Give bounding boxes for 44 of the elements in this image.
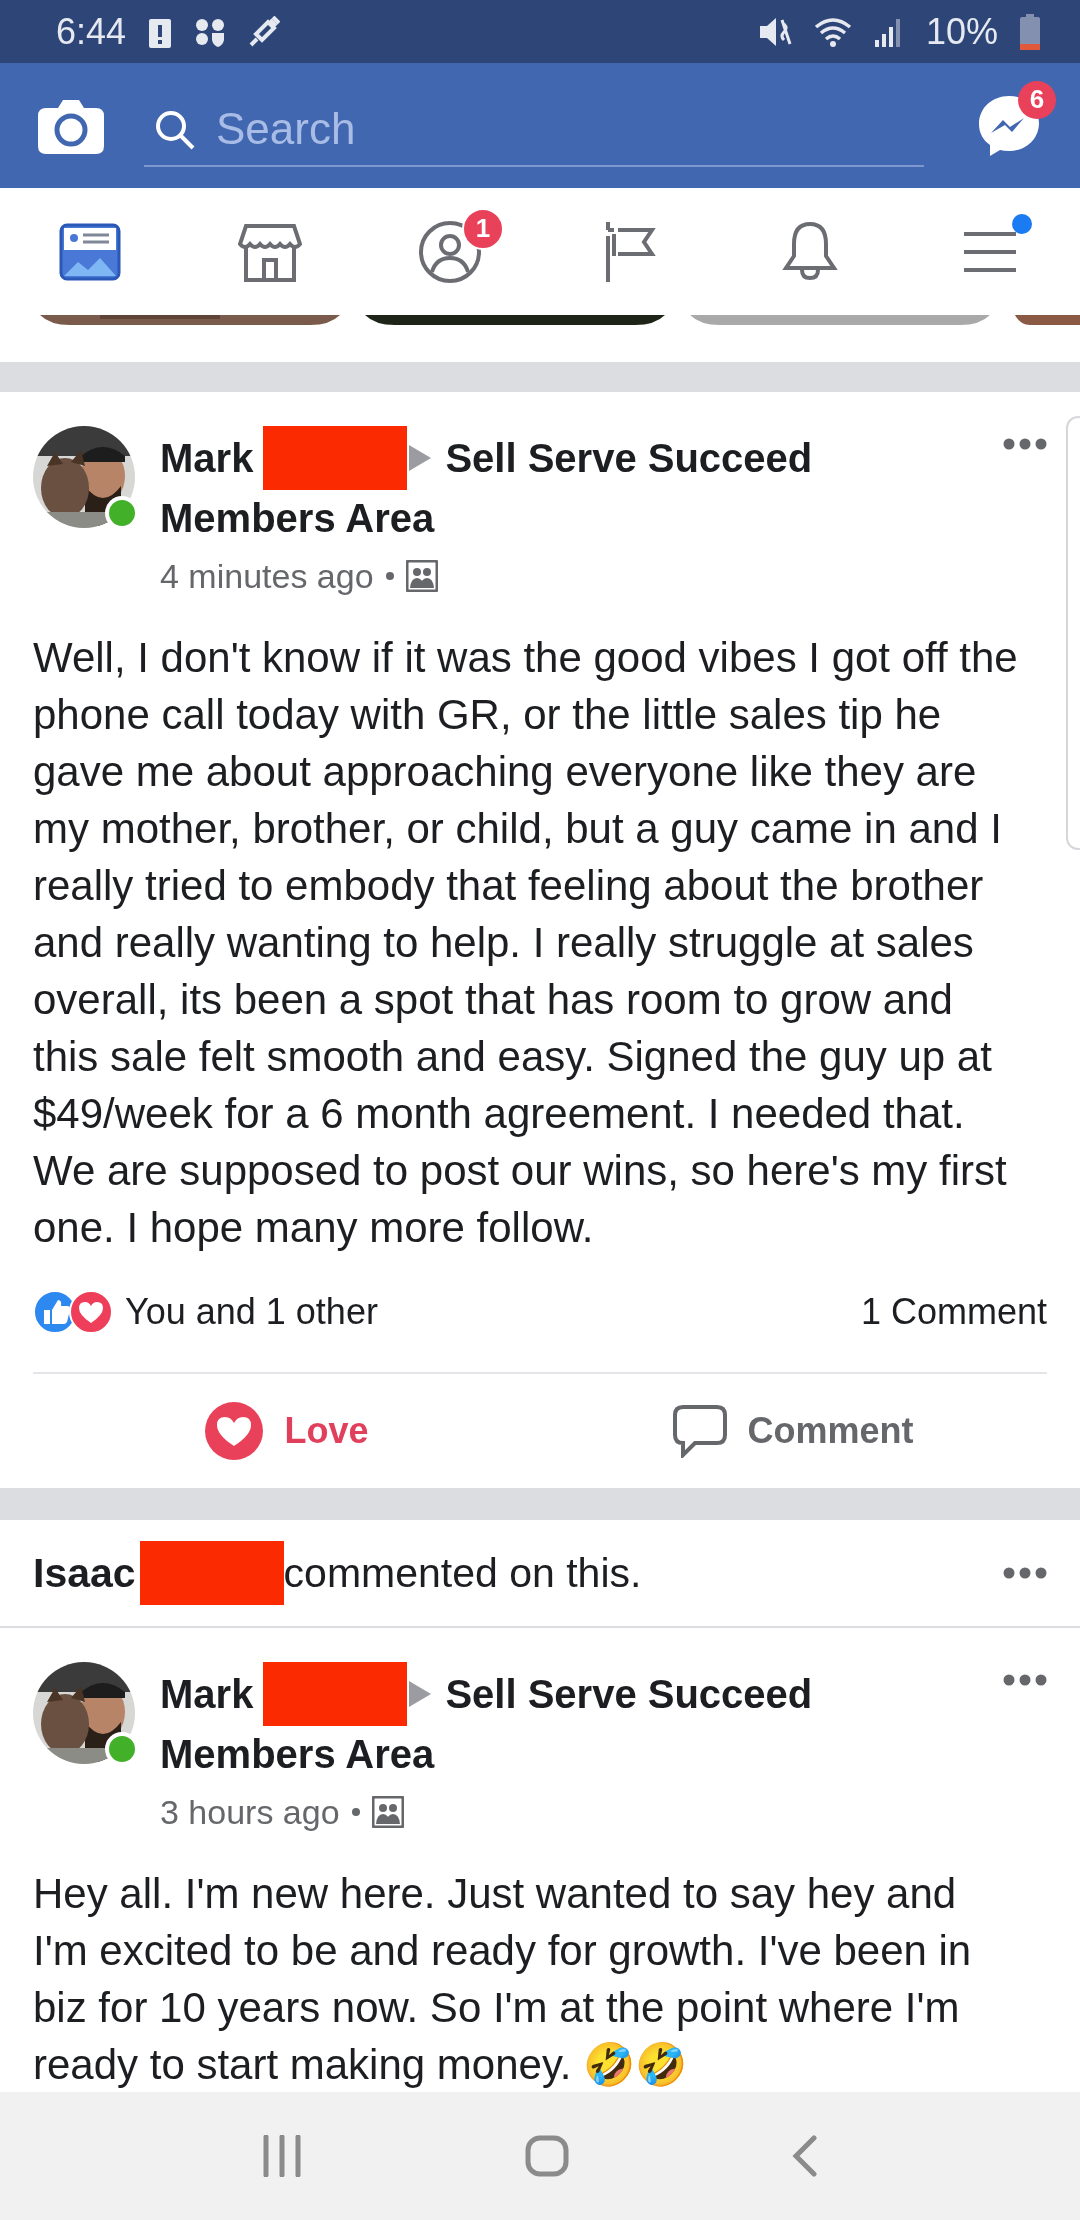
shield-icon: [194, 16, 227, 47]
post-time[interactable]: 4 minutes ago: [160, 551, 374, 601]
storefront-icon: [238, 221, 302, 282]
clock-time: 6:44: [56, 10, 127, 53]
activity-text: commented on this.: [283, 1549, 643, 1597]
group-name[interactable]: Sell Serve Succeed: [445, 429, 813, 487]
group-name[interactable]: Sell Serve Succeed: [445, 1665, 813, 1723]
home-icon[interactable]: [525, 2135, 569, 2177]
notification-badge: 1: [462, 207, 504, 250]
reaction-summary[interactable]: You and 1 other: [125, 1291, 378, 1333]
group-name[interactable]: Members Area: [160, 1732, 435, 1776]
vibrate-mute-icon: [757, 15, 792, 48]
love-button[interactable]: Love: [33, 1374, 540, 1488]
post-time[interactable]: 3 hours ago: [160, 1787, 340, 1837]
post-text: Hey all. I'm new here. Just wanted to say hey and I'm excited to be and ready for growth. I've been in biz for 10 years now. So I'm at the point where I'm ready to start making money. 🤣🤣: [32, 1869, 973, 2090]
search-icon: [154, 108, 196, 151]
more-options-icon[interactable]: [1003, 1674, 1047, 1686]
group-name[interactable]: Members Area: [160, 496, 435, 540]
battery-icon: [1020, 13, 1040, 50]
battery-percent: 10%: [925, 10, 998, 53]
nav-tab[interactable]: 1: [360, 188, 540, 315]
news-feed-icon: [59, 222, 121, 281]
wifi-icon: [813, 15, 852, 48]
syringe-icon: [248, 15, 281, 48]
author-name[interactable]: Mark: [160, 429, 254, 487]
separator-dot: [385, 572, 394, 580]
commenter-name[interactable]: Isaac: [33, 1549, 136, 1597]
camera-icon[interactable]: [38, 97, 104, 154]
post-text: Well, I don't know if it was the good vibes I got off the phone call today with GR, or the little sales tip he gave me about approaching everyone like they are my mother, brother, or child, but a guy came in and I really tried to embody that feeling about the brother and really wanting to help. I really struggle at sales overall, its been a spot that has room to grow and this sale felt smooth and easy. Signed the guy up at $49/week for a 6 month agreement. I needed that. We are supposed to post our wins, so here's my first one. I hope many more follow.: [32, 633, 1019, 1253]
group-icon: [371, 1796, 404, 1828]
notification-badge: 6: [1018, 80, 1056, 119]
search-input[interactable]: Search: [144, 92, 924, 165]
more-options-icon[interactable]: [1003, 438, 1047, 450]
back-icon[interactable]: [792, 2135, 819, 2177]
author-name[interactable]: Mark: [160, 1665, 254, 1723]
group-icon: [405, 560, 438, 592]
speech-bubble-icon: [673, 1404, 728, 1458]
recent-apps-icon[interactable]: [261, 2135, 302, 2177]
flag-icon: [604, 219, 656, 284]
separator-dot: [351, 1808, 360, 1816]
more-options-icon[interactable]: [1003, 1567, 1047, 1579]
comment-count[interactable]: 1 Comment: [860, 1291, 1047, 1333]
love-icon: [69, 1290, 113, 1334]
comment-button[interactable]: Comment: [540, 1374, 1047, 1488]
